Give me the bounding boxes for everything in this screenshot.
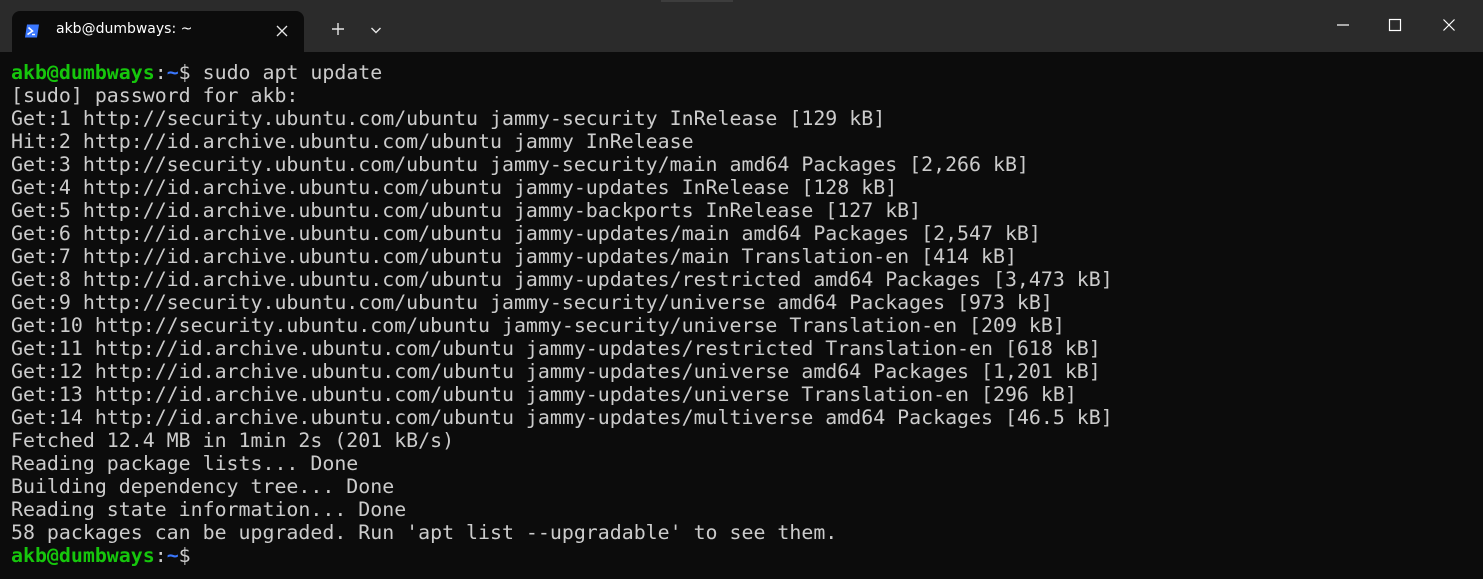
- output-line: Get:11 http://id.archive.ubuntu.com/ubun…: [11, 337, 1101, 360]
- tab-title: akb@dumbways: ~: [56, 21, 193, 37]
- tab-dropdown-button[interactable]: [360, 14, 392, 48]
- terminal-output-area[interactable]: akb@dumbways:~$ sudo apt update [sudo] p…: [0, 52, 1483, 579]
- chevron-down-icon: [369, 22, 383, 41]
- new-tab-button[interactable]: [320, 14, 356, 48]
- maximize-icon: [1388, 17, 1402, 36]
- output-line: Get:10 http://security.ubuntu.com/ubuntu…: [11, 314, 1065, 337]
- output-line: Get:1 http://security.ubuntu.com/ubuntu …: [11, 107, 886, 130]
- output-line: [sudo] password for akb:: [11, 84, 299, 107]
- output-line: Get:13 http://id.archive.ubuntu.com/ubun…: [11, 383, 1077, 406]
- prompt-path: ~: [166, 61, 179, 84]
- output-line: Get:9 http://security.ubuntu.com/ubuntu …: [11, 291, 1053, 314]
- tab-terminal[interactable]: akb@dumbways: ~: [12, 11, 304, 52]
- prompt-separator: :: [154, 544, 167, 567]
- current-prompt-line[interactable]: akb@dumbways:~$: [11, 544, 1483, 567]
- output-line: Get:3 http://security.ubuntu.com/ubuntu …: [11, 153, 1029, 176]
- output-line: Reading state information... Done: [11, 498, 407, 521]
- prompt-symbol: $: [178, 544, 203, 567]
- output-line: Get:8 http://id.archive.ubuntu.com/ubunt…: [11, 268, 1113, 291]
- prompt-user-host: akb@dumbways: [11, 544, 155, 567]
- prompt-symbol: $: [178, 61, 203, 84]
- plus-icon: [330, 21, 346, 41]
- tab-close-icon[interactable]: [274, 23, 290, 39]
- terminal-window: akb@dumbways: ~ akb@dumbways:~$ sudo apt…: [0, 0, 1483, 579]
- output-line: 58 packages can be upgraded. Run 'apt li…: [11, 521, 838, 544]
- output-line: Fetched 12.4 MB in 1min 2s (201 kB/s): [11, 429, 455, 452]
- prompt-user-host: akb@dumbways: [11, 61, 155, 84]
- title-bar[interactable]: akb@dumbways: ~: [0, 0, 1483, 52]
- command-text: sudo apt update: [202, 61, 383, 84]
- close-icon: [1442, 17, 1456, 36]
- output-line: Get:6 http://id.archive.ubuntu.com/ubunt…: [11, 222, 1041, 245]
- output-line: Get:14 http://id.archive.ubuntu.com/ubun…: [11, 406, 1113, 429]
- minimize-button[interactable]: [1320, 0, 1366, 52]
- output-line: Building dependency tree... Done: [11, 475, 395, 498]
- output-line: Reading package lists... Done: [11, 452, 359, 475]
- maximize-button[interactable]: [1372, 0, 1418, 52]
- output-line: Get:4 http://id.archive.ubuntu.com/ubunt…: [11, 176, 898, 199]
- drag-handle[interactable]: [661, 0, 733, 2]
- output-line: Hit:2 http://id.archive.ubuntu.com/ubunt…: [11, 130, 694, 153]
- close-window-button[interactable]: [1426, 0, 1472, 52]
- minimize-icon: [1336, 17, 1350, 36]
- prompt-path: ~: [166, 544, 179, 567]
- output-line: Get:7 http://id.archive.ubuntu.com/ubunt…: [11, 245, 1017, 268]
- powershell-terminal-icon: [24, 23, 40, 39]
- output-line: Get:5 http://id.archive.ubuntu.com/ubunt…: [11, 199, 922, 222]
- output-line: Get:12 http://id.archive.ubuntu.com/ubun…: [11, 360, 1101, 383]
- command-prompt-line: akb@dumbways:~$ sudo apt update: [11, 61, 1483, 84]
- prompt-separator: :: [154, 61, 167, 84]
